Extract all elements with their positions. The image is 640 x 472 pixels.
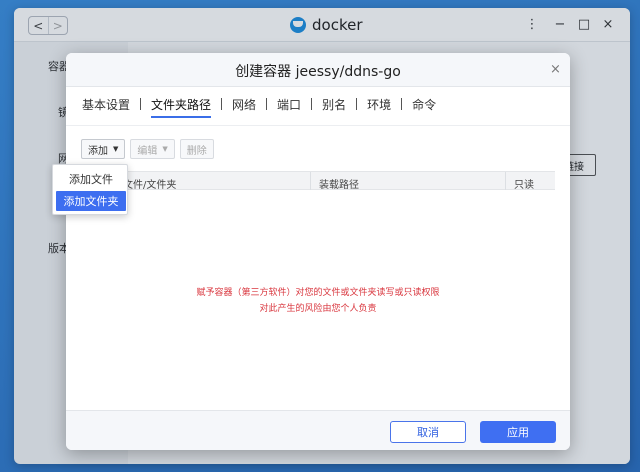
cancel-button[interactable]: 取消 — [390, 421, 466, 443]
tab-network[interactable]: 网络 — [232, 96, 256, 117]
tab-basic-settings[interactable]: 基本设置 — [82, 96, 130, 117]
tab-port[interactable]: 端口 — [277, 96, 301, 117]
add-button-label: 添加 — [88, 145, 108, 157]
edit-button[interactable]: 编辑 ▼ — [130, 139, 175, 159]
tab-divider — [356, 98, 358, 110]
delete-button[interactable]: 删除 — [179, 139, 214, 159]
volume-toolbar: 添加 ▼ 编辑 ▼ 删除 — [81, 139, 214, 159]
add-button[interactable]: 添加 ▼ — [81, 139, 126, 159]
caret-down-icon: ▼ — [113, 145, 119, 153]
column-header-file[interactable]: 文件/文件夹 — [123, 176, 176, 191]
tab-divider — [140, 98, 142, 110]
tab-command[interactable]: 命令 — [412, 96, 436, 117]
add-dropdown-menu: 添加文件 添加文件夹 — [52, 164, 128, 215]
dialog-close-icon[interactable]: × — [550, 62, 561, 77]
tab-divider — [401, 98, 403, 110]
apply-button[interactable]: 应用 — [480, 421, 556, 443]
dialog-footer: 取消 应用 — [66, 410, 570, 450]
dialog-header: 创建容器 jeessy/ddns-go × — [66, 53, 570, 87]
dialog-tabs: 基本设置 文件夹路径 网络 端口 别名 环境 命令 — [82, 95, 436, 118]
column-header-readonly[interactable]: 只读 — [514, 176, 534, 191]
tab-divider — [266, 98, 268, 110]
tab-alias[interactable]: 别名 — [322, 96, 346, 117]
column-header-mount-path[interactable]: 装载路径 — [319, 176, 359, 191]
menu-item-add-file[interactable]: 添加文件 — [56, 169, 126, 189]
column-divider — [505, 172, 506, 190]
volume-table-header: 文件/文件夹 装载路径 只读 — [81, 171, 555, 191]
menu-item-add-folder[interactable]: 添加文件夹 — [56, 191, 126, 211]
edit-button-label: 编辑 — [137, 145, 158, 157]
caret-down-icon: ▼ — [162, 145, 168, 153]
tab-folder-path[interactable]: 文件夹路径 — [151, 96, 212, 118]
tab-environment[interactable]: 环境 — [367, 96, 391, 117]
warning-text-line1: 赋予容器（第三方软件）对您的文件或文件夹读写或只读权限 — [196, 288, 440, 298]
warning-text-line2: 对此产生的风险由您个人负责 — [259, 304, 377, 314]
dialog-title: 创建容器 jeessy/ddns-go — [235, 64, 401, 80]
tab-divider — [311, 98, 313, 110]
create-container-dialog: 创建容器 jeessy/ddns-go × 基本设置 文件夹路径 网络 端口 别… — [66, 53, 570, 450]
column-divider — [310, 172, 311, 190]
tab-divider — [221, 98, 223, 110]
tabs-divider-line — [66, 125, 570, 126]
